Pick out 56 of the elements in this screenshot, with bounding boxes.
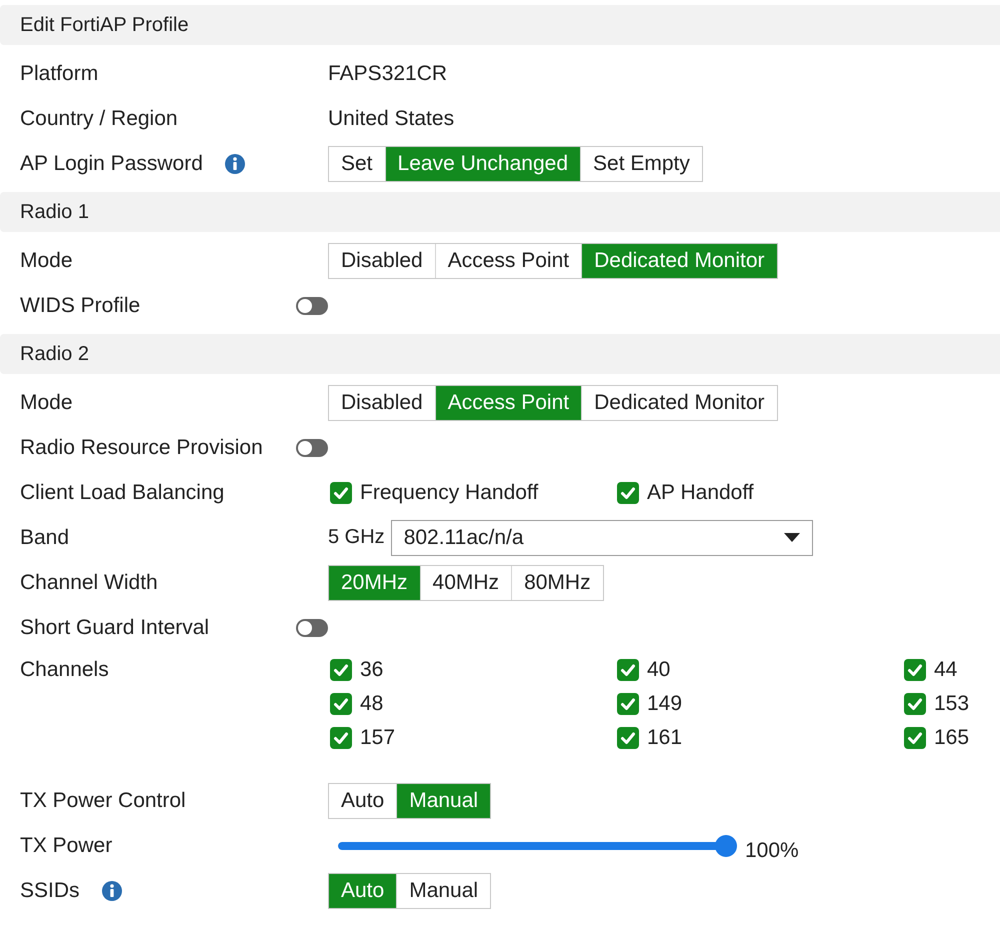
checkbox[interactable]	[617, 727, 639, 749]
checkbox[interactable]	[330, 659, 352, 681]
band-select[interactable]: 802.11ac/n/a	[390, 520, 813, 556]
channel-label: 44	[934, 658, 958, 682]
segment-button[interactable]: Access Point	[434, 386, 582, 420]
field-value: FAPS321CR	[328, 62, 448, 86]
field-label: Mode	[20, 248, 73, 272]
field-label: Mode	[20, 390, 73, 414]
field-label: WIDS Profile	[20, 294, 140, 318]
field-label: Short Guard Interval	[20, 616, 210, 640]
channel-label: 161	[647, 726, 682, 750]
toggle-switch[interactable]	[296, 296, 328, 314]
field-label: TX Power Control	[20, 788, 186, 812]
channel-label: 157	[360, 726, 396, 750]
checkbox[interactable]	[904, 727, 926, 749]
section-header: Radio 1	[0, 192, 1000, 232]
segment-button[interactable]: Auto	[329, 874, 396, 908]
channel-label: 165	[934, 726, 970, 750]
channel-label: 36	[360, 658, 384, 682]
checkbox[interactable]	[330, 727, 352, 749]
checkbox[interactable]	[330, 693, 352, 715]
field-label: AP Login Password	[20, 152, 203, 176]
field-label: Country / Region	[20, 106, 178, 130]
band-label: 5 GHz	[328, 526, 385, 549]
checkbox[interactable]	[904, 693, 926, 715]
slider-reading: 100%	[745, 838, 799, 862]
slider-thumb[interactable]	[715, 834, 737, 856]
checkbox-label: AP Handoff	[647, 480, 754, 504]
checkbox-label: Frequency Handoff	[360, 480, 538, 504]
segment-button[interactable]: Leave Unchanged	[384, 146, 580, 180]
field-label: Band	[20, 526, 70, 550]
field-label: Radio Resource Provision	[20, 436, 263, 460]
field-label: TX Power	[20, 834, 112, 858]
checkbox[interactable]	[617, 659, 639, 681]
segment-button[interactable]: Dedicated Monitor	[581, 244, 777, 278]
field-label: SSIDs	[20, 878, 80, 902]
channel-label: 48	[360, 692, 384, 716]
field-label: Client Load Balancing	[20, 480, 224, 504]
channel-label: 40	[647, 658, 670, 682]
section-header: Edit FortiAP Profile	[0, 5, 1000, 45]
segment-button[interactable]: 20MHz	[329, 566, 420, 600]
section-header: Radio 2	[0, 334, 1000, 374]
field-label: Channels	[20, 658, 109, 682]
caret-icon	[784, 533, 800, 542]
checkbox[interactable]	[330, 482, 352, 504]
checkbox[interactable]	[904, 659, 926, 681]
toggle-switch[interactable]	[296, 618, 328, 636]
field-label: Platform	[20, 62, 98, 86]
segment-button[interactable]: Manual	[396, 784, 490, 818]
channel-label: 153	[934, 692, 970, 716]
checkbox[interactable]	[617, 693, 639, 715]
field-label: Channel Width	[20, 570, 158, 594]
field-value: United States	[328, 106, 454, 130]
toggle-switch[interactable]	[296, 438, 328, 456]
channel-label: 149	[647, 692, 682, 716]
checkbox[interactable]	[617, 482, 639, 504]
